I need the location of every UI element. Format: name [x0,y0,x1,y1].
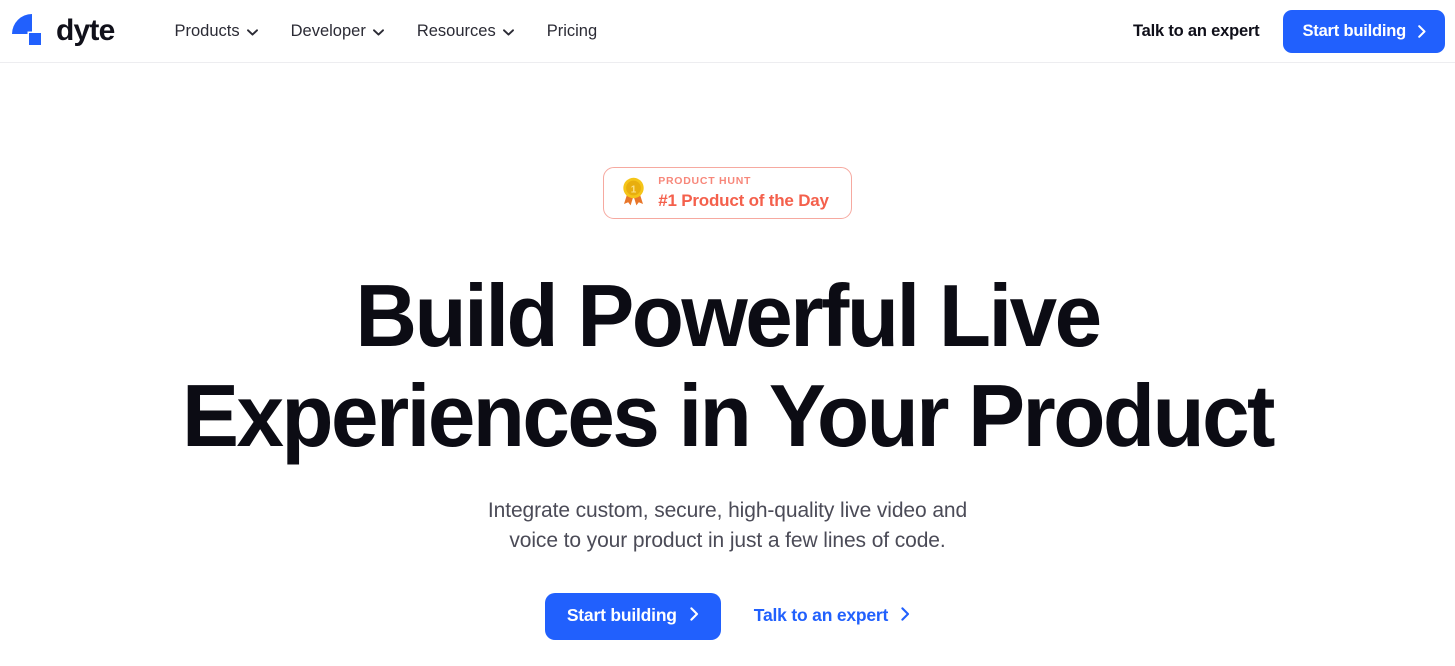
nav-label: Products [174,21,240,40]
hero-cta-row: Start building Talk to an expert [0,592,1455,640]
medal-award-icon: 1 [620,177,647,207]
main-navigation: Products Developer Resources Pricing [175,23,598,40]
nav-label: Pricing [546,21,598,40]
button-label: Start building [566,605,677,626]
hero-talk-to-expert-link[interactable]: Talk to an expert [754,607,910,625]
dyte-logo-mark-icon [10,12,52,50]
hero-start-building-button[interactable]: Start building [544,592,721,640]
nav-label: Developer [290,21,366,40]
headline-line-2: Experiences in Your Product [182,365,1275,465]
nav-item-resources[interactable]: Resources [417,23,514,40]
brand-name: dyte [56,14,115,47]
badge-text-group: PRODUCT HUNT #1 Product of the Day [658,176,829,209]
badge-title: #1 Product of the Day [658,190,829,210]
subtitle-line-2: voice to your product in just a few line… [509,528,946,552]
nav-item-developer[interactable]: Developer [291,23,384,40]
chevron-right-icon [1418,24,1426,38]
chevron-down-icon [246,28,258,36]
header-start-building-button[interactable]: Start building [1283,9,1445,53]
svg-text:1: 1 [631,185,637,196]
link-label: Talk to an expert [753,605,889,626]
chevron-right-icon [690,607,699,625]
nav-label: Resources [416,21,496,40]
header-talk-to-expert-link[interactable]: Talk to an expert [1133,22,1260,41]
page-title: Build Powerful Live Experiences in Your … [22,266,1433,466]
brand-logo[interactable]: dyte [10,12,115,50]
nav-item-pricing[interactable]: Pricing [547,23,597,40]
headline-line-1: Build Powerful Live [355,265,1102,365]
hero-section: 1 PRODUCT HUNT #1 Product of the Day Bui… [0,63,1455,666]
hero-subtitle: Integrate custom, secure, high-quality l… [0,496,1455,556]
nav-item-products[interactable]: Products [175,23,258,40]
subtitle-line-1: Integrate custom, secure, high-quality l… [487,498,968,522]
chevron-right-icon [901,607,910,625]
header-actions: Talk to an expert Start building [1133,9,1445,53]
button-label: Start building [1302,21,1406,40]
chevron-down-icon [502,28,514,36]
product-hunt-badge[interactable]: 1 PRODUCT HUNT #1 Product of the Day [603,167,852,219]
chevron-down-icon [372,28,384,36]
badge-kicker: PRODUCT HUNT [658,175,752,187]
site-header: dyte Products Developer Resources Pricin… [0,0,1455,63]
